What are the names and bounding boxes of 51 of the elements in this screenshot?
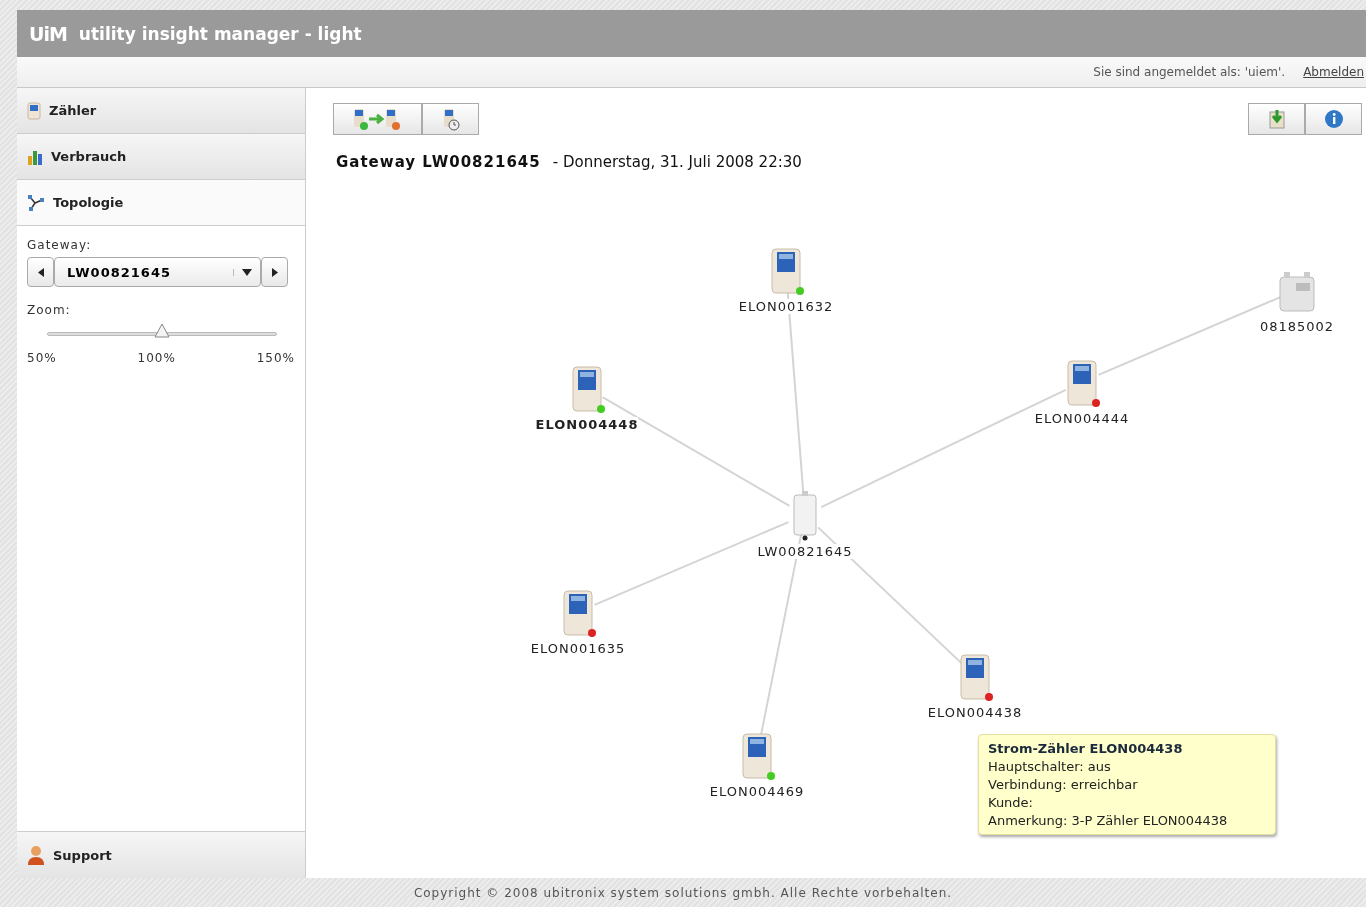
export-button[interactable] xyxy=(1248,103,1305,135)
next-button[interactable] xyxy=(261,257,288,287)
slider-thumb[interactable] xyxy=(154,323,170,338)
node-label[interactable]: ELON001635 xyxy=(530,641,626,656)
electricity-meter-icon[interactable] xyxy=(563,590,593,636)
left-arrow-icon xyxy=(37,267,44,277)
app-title: utility insight manager - light xyxy=(78,23,362,44)
electricity-meter-icon[interactable] xyxy=(1067,360,1097,406)
node-label[interactable]: ELON004444 xyxy=(1034,411,1130,426)
meter-icon xyxy=(27,101,41,120)
logout-link[interactable]: Abmelden xyxy=(1303,65,1364,79)
gateway-title: Gateway LW00821645 xyxy=(336,153,541,171)
node-label[interactable]: ELON004448 xyxy=(535,417,639,432)
electricity-meter-icon[interactable] xyxy=(572,366,602,412)
tooltip-line: Anmerkung: 3-P Zähler ELON004438 xyxy=(988,813,1229,828)
zoom-tick-label: 150% xyxy=(256,351,295,365)
zoom-tick-label: 50% xyxy=(27,351,57,365)
person-icon xyxy=(27,845,45,865)
nav-item[interactable]: Zähler xyxy=(17,88,305,134)
support-item[interactable]: Support xyxy=(17,831,305,878)
tooltip-line: Hauptschalter: aus xyxy=(988,759,1112,774)
logo: UiM xyxy=(29,22,67,45)
network-icon xyxy=(27,193,45,212)
nav-item[interactable]: Topologie xyxy=(17,180,305,226)
compare-button[interactable] xyxy=(333,103,422,135)
electricity-meter-icon[interactable] xyxy=(771,248,801,294)
login-status: Sie sind angemeldet als: 'uiem'. xyxy=(1093,65,1286,79)
right-arrow-icon xyxy=(271,267,278,277)
node-label[interactable]: ELON004469 xyxy=(709,784,805,799)
node-label[interactable]: 08185002 xyxy=(1259,319,1335,334)
tooltip-line: Kunde: xyxy=(988,795,1034,810)
info-icon xyxy=(1323,109,1344,129)
node-label[interactable]: LW00821645 xyxy=(757,544,853,559)
date-text: - Donnerstag, 31. Juli 2008 22:30 xyxy=(552,153,802,171)
tooltip-line: Verbindung: erreichbar xyxy=(988,777,1139,792)
copyright-text: Copyright © 2008 ubitronix system solutions gmbh. Alle Rechte vorbehalten. xyxy=(412,886,954,900)
gateway-dropdown[interactable]: LW00821645 xyxy=(54,257,261,287)
history-button[interactable] xyxy=(422,103,479,135)
zoom-label: Zoom: xyxy=(27,303,72,317)
gateway-label: Gateway: xyxy=(27,238,93,252)
previous-button[interactable] xyxy=(27,257,54,287)
zoom-tick-label: 100% xyxy=(137,351,176,365)
electricity-meter-icon[interactable] xyxy=(742,733,772,779)
caret-icon xyxy=(233,268,252,276)
node-label[interactable]: ELON001632 xyxy=(738,299,834,314)
node-label[interactable]: ELON004438 xyxy=(927,705,1023,720)
tooltip-title: Strom-Zähler ELON004438 xyxy=(988,741,1184,756)
zoom-slider[interactable] xyxy=(47,323,277,339)
electricity-meter-icon[interactable] xyxy=(960,654,990,700)
info-button[interactable] xyxy=(1305,103,1362,135)
nav-item[interactable]: Verbrauch xyxy=(17,134,305,180)
